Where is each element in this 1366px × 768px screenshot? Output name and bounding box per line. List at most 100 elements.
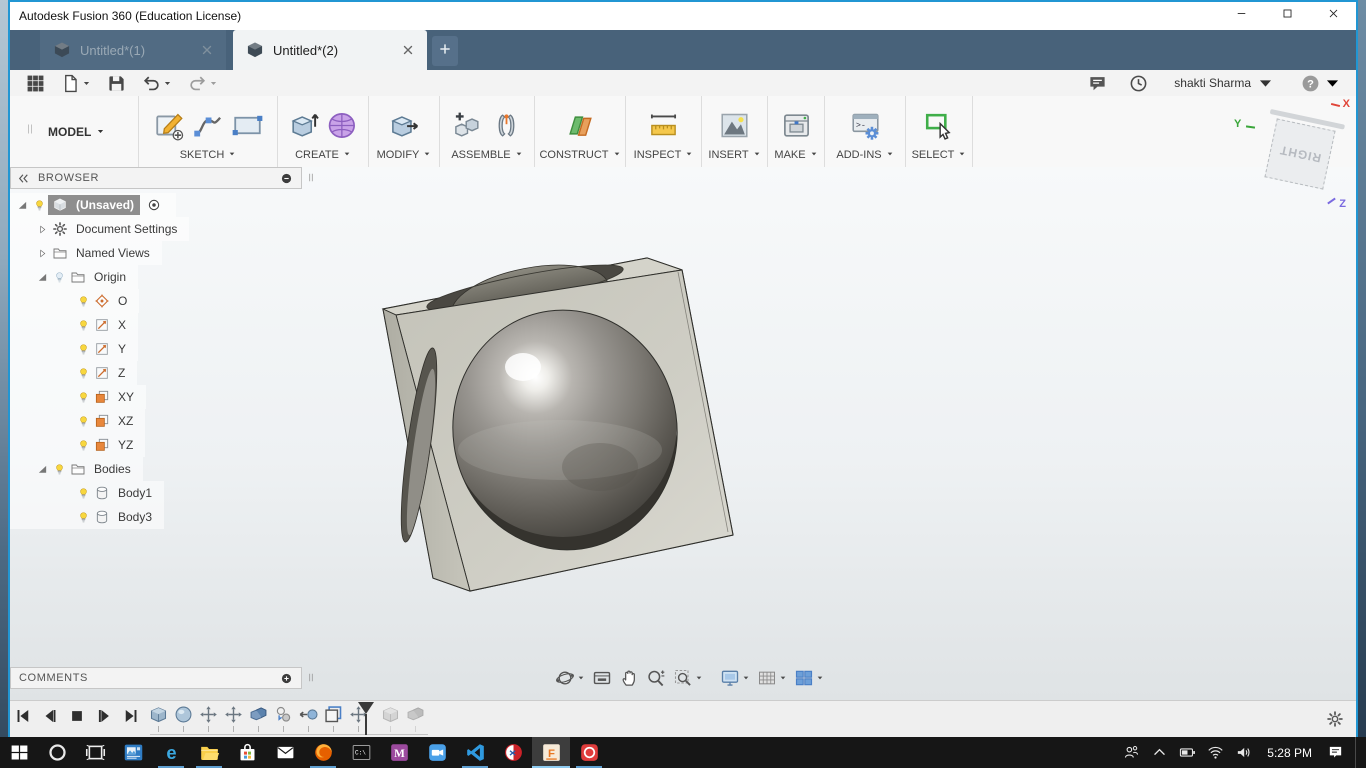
visibility-bulb-on-icon[interactable] xyxy=(74,318,92,333)
wifi-icon[interactable] xyxy=(1207,744,1224,761)
taskbar-start-button[interactable] xyxy=(0,737,38,768)
ribbon-group-construct[interactable]: CONSTRUCT xyxy=(534,96,625,167)
workspace-selector[interactable]: MODEL xyxy=(48,125,105,139)
ribbon-group-label[interactable]: ASSEMBLE xyxy=(451,149,522,167)
timeline-stop-button[interactable] xyxy=(68,707,86,725)
ribbon-group-make[interactable]: MAKE xyxy=(767,96,824,167)
pan-tool[interactable] xyxy=(619,668,639,688)
plane-icon[interactable] xyxy=(565,110,596,141)
ribbon-group-label[interactable]: INSERT xyxy=(708,149,760,167)
visibility-bulb-on-icon[interactable] xyxy=(74,438,92,453)
visibility-bulb-on-icon[interactable] xyxy=(30,198,48,213)
job-status-button[interactable] xyxy=(1129,74,1148,93)
ribbon-group-label[interactable]: CONSTRUCT xyxy=(539,149,620,167)
volume-icon[interactable] xyxy=(1235,744,1252,761)
action-center-icon[interactable] xyxy=(1327,744,1344,761)
timeline-position-marker[interactable] xyxy=(358,702,374,736)
timeline-feature-move[interactable] xyxy=(221,704,246,732)
joint-icon[interactable] xyxy=(491,110,522,141)
fit-tool[interactable] xyxy=(673,668,703,688)
ribbon-group-label[interactable]: SELECT xyxy=(912,149,967,167)
close-button[interactable] xyxy=(1310,2,1356,30)
form-icon[interactable] xyxy=(327,110,358,141)
taskbar-red-white-app-button[interactable] xyxy=(494,737,532,768)
document-tab-2[interactable]: Untitled*(2) xyxy=(233,30,427,70)
taskbar-musescore-button[interactable]: M xyxy=(380,737,418,768)
select-icon[interactable] xyxy=(924,110,955,141)
browser-item-body3[interactable]: Body3 xyxy=(10,505,165,529)
save-button[interactable] xyxy=(107,74,126,93)
visibility-bulb-on-icon[interactable] xyxy=(74,414,92,429)
browser-item--unsaved-[interactable]: (Unsaved) xyxy=(10,193,177,217)
view-cube-face[interactable]: RIGHT xyxy=(1264,118,1336,190)
browser-item-bodies[interactable]: Bodies xyxy=(10,457,143,481)
taskbar-cortana-button[interactable] xyxy=(38,737,76,768)
browser-item-xy[interactable]: XY xyxy=(10,385,147,409)
timeline-feature-combine[interactable] xyxy=(246,704,271,732)
grid-display-tool[interactable] xyxy=(757,668,787,688)
visibility-bulb-on-icon[interactable] xyxy=(74,342,92,357)
visibility-bulb-on-icon[interactable] xyxy=(74,510,92,525)
ribbon-group-select[interactable]: SELECT xyxy=(905,96,973,167)
timeline-play-button[interactable] xyxy=(95,707,113,725)
visibility-bulb-on-icon[interactable] xyxy=(74,486,92,501)
panel-grip-icon[interactable] xyxy=(306,670,316,690)
taskbar-edge-button[interactable]: e xyxy=(152,737,190,768)
scripts-icon[interactable]: >- xyxy=(850,110,881,141)
minimize-button[interactable] xyxy=(1218,2,1264,30)
tab-close-icon[interactable] xyxy=(200,43,214,57)
browser-item-o[interactable]: O xyxy=(10,289,140,313)
ribbon-group-label[interactable]: MAKE xyxy=(774,149,817,167)
expand-arrow-closed-icon[interactable] xyxy=(34,224,50,235)
taskbar-task-view-button[interactable] xyxy=(76,737,114,768)
browser-item-z[interactable]: Z xyxy=(10,361,138,385)
timeline-settings-gear-icon[interactable] xyxy=(1326,710,1344,733)
visibility-bulb-on-icon[interactable] xyxy=(74,366,92,381)
timeline-feature-move[interactable] xyxy=(196,704,221,732)
create-sketch-icon[interactable] xyxy=(154,110,185,141)
ribbon-group-assemble[interactable]: ASSEMBLE xyxy=(439,96,534,167)
ribbon-group-label[interactable]: INSPECT xyxy=(634,149,694,167)
radio-button[interactable] xyxy=(144,198,164,212)
expand-arrow-open-icon[interactable] xyxy=(34,464,50,475)
add-comment-icon[interactable] xyxy=(280,672,293,685)
display-tool[interactable] xyxy=(720,668,750,688)
taskbar-mail-button[interactable] xyxy=(266,737,304,768)
timeline-feature-box-rolled-back[interactable] xyxy=(378,704,403,732)
print-3d-icon[interactable] xyxy=(781,110,812,141)
ribbon-group-inspect[interactable]: INSPECT xyxy=(625,96,701,167)
browser-item-x[interactable]: X xyxy=(10,313,139,337)
comment-button[interactable] xyxy=(1088,74,1107,93)
ribbon-group-add-ins[interactable]: >- ADD-INS xyxy=(824,96,905,167)
ribbon-group-insert[interactable]: INSERT xyxy=(701,96,767,167)
taskbar-camera-button[interactable] xyxy=(418,737,456,768)
visibility-bulb-on-icon[interactable] xyxy=(74,390,92,405)
taskbar-firefox-button[interactable] xyxy=(304,737,342,768)
timeline-feature-frame[interactable] xyxy=(321,704,346,732)
taskbar-fusion-360-button[interactable]: F xyxy=(532,737,570,768)
panel-grip-icon[interactable] xyxy=(306,170,316,190)
new-tab-button[interactable] xyxy=(432,36,458,66)
visibility-bulb-off-icon[interactable] xyxy=(50,270,68,285)
help-menu[interactable]: ? xyxy=(1301,74,1342,93)
user-account-menu[interactable]: shakti Sharma xyxy=(1174,74,1275,93)
view-cube[interactable]: RIGHT X Y Z xyxy=(1234,98,1350,210)
app-grid-button[interactable] xyxy=(26,74,45,93)
browser-item-body1[interactable]: Body1 xyxy=(10,481,165,505)
ribbon-group-label[interactable]: ADD-INS xyxy=(836,149,893,167)
browser-item-named-views[interactable]: Named Views xyxy=(10,241,162,265)
3d-model-cube-with-sphere[interactable] xyxy=(360,245,760,615)
taskbar-red-circle-app-button[interactable] xyxy=(570,737,608,768)
timeline-feature-box[interactable] xyxy=(146,704,171,732)
timeline-skip-end-button[interactable] xyxy=(122,707,140,725)
ribbon-group-sketch[interactable]: SKETCH xyxy=(138,96,277,167)
battery-icon[interactable] xyxy=(1179,744,1196,761)
timeline-step-back-button[interactable] xyxy=(41,707,59,725)
remove-panel-icon[interactable] xyxy=(280,172,293,185)
ribbon-group-modify[interactable]: MODIFY xyxy=(368,96,439,167)
model-canvas[interactable]: BROWSER (Unsaved) Document Settings Named … xyxy=(10,167,1356,700)
measure-icon[interactable] xyxy=(648,110,679,141)
ribbon-group-create[interactable]: CREATE xyxy=(277,96,368,167)
browser-item-document-settings[interactable]: Document Settings xyxy=(10,217,190,241)
expand-arrow-closed-icon[interactable] xyxy=(34,248,50,259)
